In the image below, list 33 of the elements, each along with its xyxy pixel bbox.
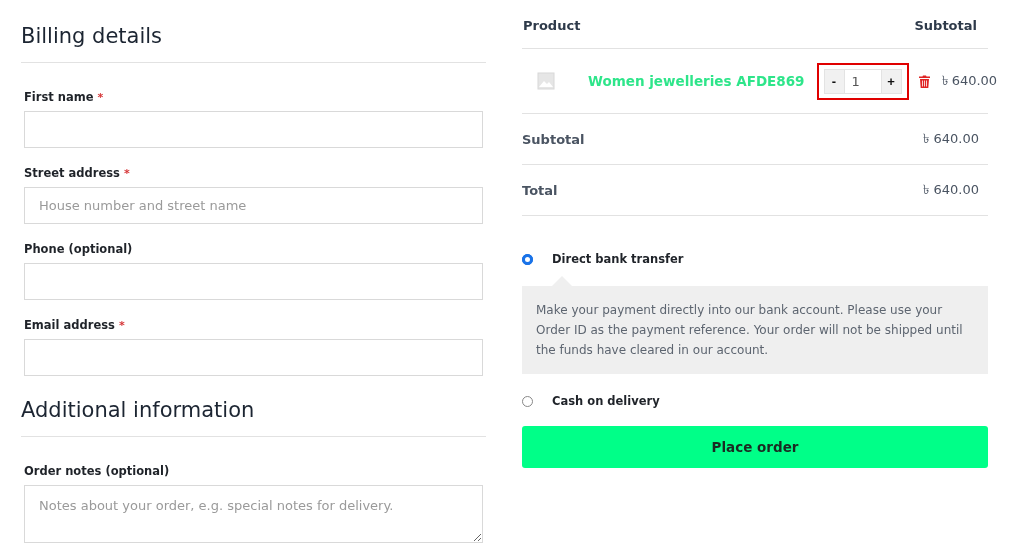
required-mark: * [123, 166, 130, 180]
payment-label: Cash on delivery [552, 394, 660, 408]
total-value: ৳ 640.00 [923, 180, 979, 199]
quantity-field[interactable]: 1 [844, 68, 881, 94]
total-label: Total [522, 182, 558, 198]
radio-button[interactable] [522, 253, 533, 265]
field-label: Street address [24, 166, 120, 180]
field-label: First name [24, 90, 94, 104]
required-mark: * [97, 90, 104, 104]
image-placeholder-icon [537, 72, 555, 90]
section-heading: Billing details [21, 23, 164, 50]
place-order-button[interactable]: Place order [522, 426, 988, 468]
payment-label: Direct bank transfer [552, 252, 684, 266]
required-mark: * [118, 318, 125, 332]
total-label: Subtotal [522, 131, 585, 147]
decrease-button[interactable]: - [823, 68, 845, 94]
field-label: Email address [24, 318, 115, 332]
input-field[interactable]: House number and street name [24, 187, 483, 224]
total-value: ৳ 640.00 [923, 129, 979, 148]
input-field[interactable] [24, 263, 483, 300]
payment-description: Make your payment directly into our bank account. Please use your Order ID as the payment reference. Your order will not be shipped until the funds have cleared in our account. [522, 276, 988, 374]
text-area[interactable]: Notes about your order, e.g. special notes for delivery. [24, 485, 483, 543]
increase-button[interactable]: + [880, 68, 902, 94]
item-price: ৳ 640.00 [941, 71, 998, 90]
field-label: Phone (optional) [24, 242, 133, 256]
trash-icon[interactable] [918, 74, 930, 88]
column-header: Product [523, 18, 581, 33]
input-field[interactable] [24, 111, 483, 148]
field-label: Order notes (optional) [24, 464, 170, 478]
section-heading: Additional information [21, 397, 256, 424]
radio-button[interactable] [522, 395, 533, 407]
input-field[interactable] [24, 339, 483, 376]
column-header: Subtotal [914, 18, 977, 33]
